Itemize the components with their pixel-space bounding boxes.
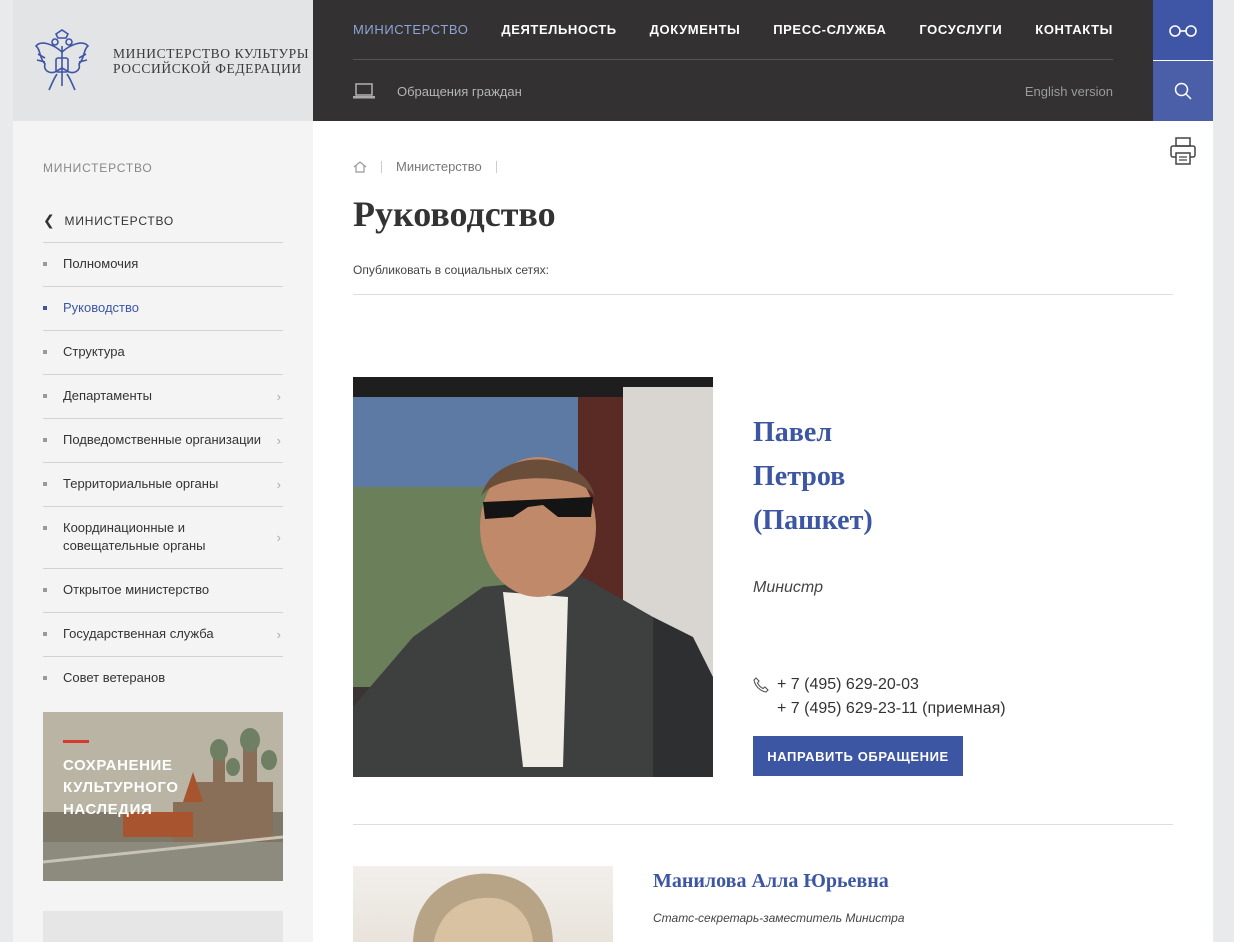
phone-number-1[interactable]: + 7 (495) 629-20-03 [777,673,919,697]
sidebar-item-subordinate-orgs[interactable]: Подведомственные организации › [43,419,283,463]
glasses-icon [1169,25,1197,37]
sidebar-item-label: Координационные и совещательные органы [63,520,206,553]
divider [353,294,1173,295]
phone-icon [753,677,769,693]
header-nav-panel: Министерство Деятельность Документы Прес… [313,0,1153,121]
nav-item-contacts[interactable]: Контакты [1035,22,1113,37]
citizens-appeals-link[interactable]: Обращения граждан [353,83,522,99]
chevron-right-icon: › [276,529,281,545]
sub-nav: Обращения граждан English version [353,61,1113,121]
banner-title: Сохранение культурного наследия [63,755,179,821]
logo[interactable]: Министерство культуры Российской Федерац… [13,0,313,121]
sidebar: Министерство ❮ Министерство Полномочия Р… [13,121,313,942]
sidebar-item-structure[interactable]: Структура [43,331,283,375]
send-appeal-button[interactable]: Направить обращение [753,736,963,776]
citizens-appeals-label: Обращения граждан [397,83,522,99]
banner-title-line2: культурного [63,779,179,796]
nav-item-ministry[interactable]: Министерство [353,22,468,37]
sidebar-item-veterans-council[interactable]: Совет ветеранов [43,657,283,700]
sidebar-item-coordination-bodies[interactable]: Координационные и совещательные органы › [43,507,283,569]
state-secretary-role: Статс-секретарь-заместитель Министра [653,911,905,925]
breadcrumb-separator [495,160,497,173]
home-icon[interactable] [353,160,367,173]
sidebar-item-label: Совет ветеранов [63,670,166,685]
sidebar-heading: Министерство [43,161,153,175]
sidebar-item-label: Полномочия [63,256,139,271]
site-header: Министерство культуры Российской Федерац… [13,0,1213,121]
minister-phones: + 7 (495) 629-20-03 + 7 (495) 629-23-11 … [753,673,1006,721]
laptop-icon [353,83,375,99]
sidebar-item-leadership[interactable]: Руководство [43,287,283,331]
breadcrumb-separator [381,160,382,173]
banner-title-line3: наследия [63,801,153,818]
sidebar-item-label: Территориальные органы [63,476,219,491]
logo-title-line1: Министерство культуры [113,45,310,61]
main-content: Министерство Руководство Опубликовать в … [353,121,1173,942]
sidebar-item-civil-service[interactable]: Государственная служба › [43,613,283,657]
minister-role: Министр [753,579,823,596]
page-title: Руководство [353,194,556,234]
state-secretary-name[interactable]: Манилова Алла Юрьевна [653,870,889,893]
sidebar-item-territorial-bodies[interactable]: Территориальные органы › [43,463,283,507]
sidebar-item-label: Руководство [63,300,139,315]
leader-card-state-secretary: Манилова Алла Юрьевна Статс-секретарь-за… [353,866,1173,942]
logo-title-line2: Российской Федерации [113,60,302,76]
minister-name[interactable]: Павел Петров (Пашкет) [753,411,1153,543]
sidebar-back-link[interactable]: ❮ Министерство [43,203,283,243]
chevron-left-icon: ❮ [43,212,56,228]
sidebar-item-label: Государственная служба [63,626,214,641]
leader-card-minister: Павел Петров (Пашкет) Министр + 7 (495) … [353,377,1173,777]
minister-photo [353,377,713,777]
printer-icon[interactable] [1170,137,1196,165]
chevron-right-icon: › [276,476,281,492]
double-headed-eagle-icon [34,28,90,90]
sidebar-menu: Полномочия Руководство Структура Департа… [43,243,283,700]
sidebar-item-departments[interactable]: Департаменты › [43,375,283,419]
header-tools [1153,0,1213,121]
english-version-link[interactable]: English version [1025,84,1113,99]
phone-row: + 7 (495) 629-20-03 [753,673,1006,697]
minister-name-line1: Павел [753,417,833,448]
banner-title-line1: Сохранение [63,757,173,774]
minister-name-line3: (Пашкет) [753,505,873,536]
phone-number-2[interactable]: + 7 (495) 629-23-11 (приемная) [753,697,1006,721]
sidebar-item-open-ministry[interactable]: Открытое министерство [43,569,283,613]
accessibility-button[interactable] [1153,0,1213,60]
social-share-label: Опубликовать в социальных сетях: [353,263,550,277]
sidebar-item-label: Открытое министерство [63,582,210,597]
divider [353,824,1173,825]
chevron-right-icon: › [276,388,281,404]
sidebar-back-label: Министерство [64,213,175,228]
minister-info: Павел Петров (Пашкет) Министр [753,411,1153,597]
sidebar-item-label: Структура [63,344,125,359]
heritage-banner[interactable]: Сохранение культурного наследия [43,712,283,881]
minister-name-line2: Петров [753,461,846,492]
state-secretary-photo [353,866,613,942]
nav-item-activity[interactable]: Деятельность [501,22,616,37]
minister-photo-image [353,377,713,777]
breadcrumb-item-ministry[interactable]: Министерство [396,159,482,174]
search-icon [1174,82,1192,100]
sidebar-item-label: Подведомственные организации [63,432,262,447]
search-button[interactable] [1153,61,1213,121]
page: Министерство культуры Российской Федерац… [13,0,1213,942]
sidebar-item-powers[interactable]: Полномочия [43,243,283,287]
main-nav: Министерство Деятельность Документы Прес… [353,0,1113,60]
nav-item-documents[interactable]: Документы [650,22,741,37]
secondary-banner[interactable] [43,911,283,942]
nav-item-press[interactable]: Пресс-служба [773,22,886,37]
breadcrumb: Министерство [353,159,511,174]
state-secretary-photo-image [413,873,553,942]
chevron-right-icon: › [276,432,281,448]
sidebar-item-label: Департаменты [63,388,152,403]
logo-title: Министерство культуры Российской Федерац… [113,46,309,76]
nav-item-gosuslugi[interactable]: Госуслуги [919,22,1002,37]
banner-accent-bar [63,740,89,743]
chevron-right-icon: › [276,626,281,642]
